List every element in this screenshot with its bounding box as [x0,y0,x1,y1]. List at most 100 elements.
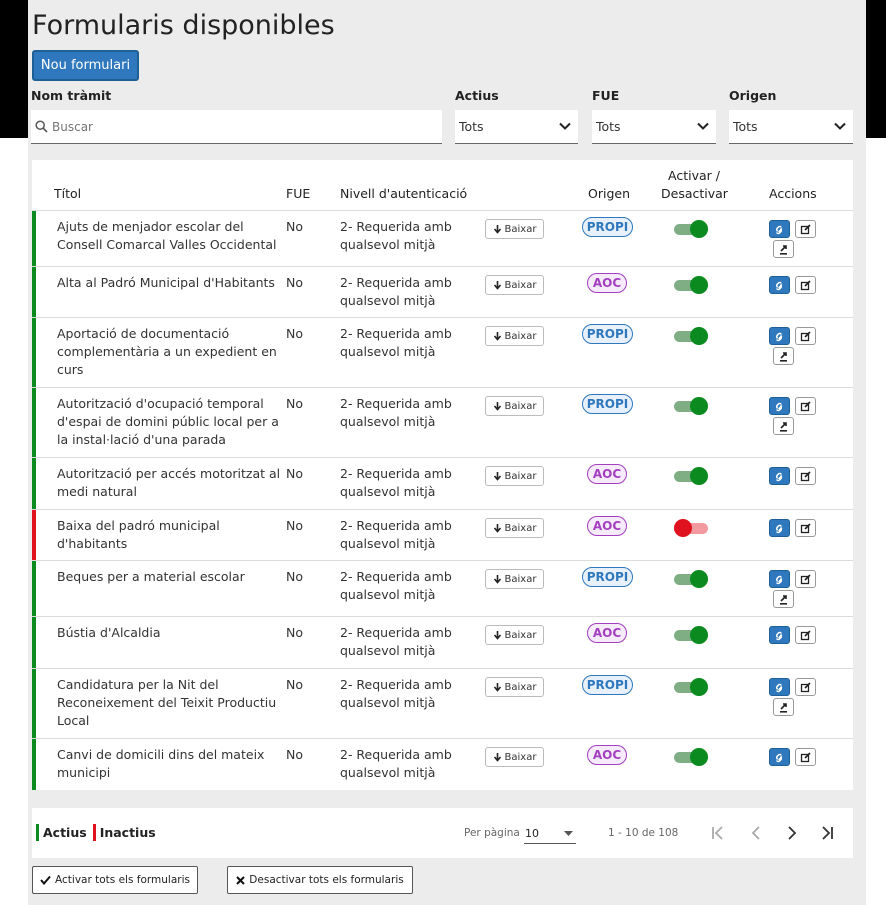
header-titol: Títol [54,186,82,201]
download-icon [493,575,501,584]
download-label: Baixar [504,573,537,585]
download-button[interactable]: Baixar [485,569,544,589]
new-form-button[interactable]: Nou formulari [32,50,139,81]
active-toggle[interactable] [674,327,708,345]
legend-inactive-label: Inactius [99,825,156,840]
search-input[interactable] [52,119,412,134]
first-page-icon[interactable] [708,823,728,843]
per-page-select[interactable]: 10 [524,826,576,844]
download-button[interactable]: Baixar [485,518,544,538]
link-icon [775,332,783,341]
export-icon [780,594,787,605]
search-icon [35,120,48,133]
last-page-icon[interactable] [817,823,837,843]
edit-action-button[interactable] [795,276,816,294]
toggle-knob [690,678,708,696]
edit-action-button[interactable] [795,397,816,415]
active-toggle[interactable] [674,748,708,766]
row-status-indicator [32,510,36,560]
active-toggle[interactable] [674,467,708,485]
download-icon [493,402,501,411]
previous-page-icon[interactable] [746,823,766,843]
name-filter-label: Nom tràmit [31,88,112,103]
link-action-button[interactable] [769,276,790,294]
active-toggle[interactable] [674,626,708,644]
edit-icon [800,330,811,341]
form-fue: No [286,396,303,411]
origin-badge: AOC [587,464,627,484]
toggle-knob [690,570,708,588]
form-fue: No [286,677,303,692]
active-toggle[interactable] [674,570,708,588]
export-action-button[interactable] [773,240,794,258]
link-icon [775,753,783,762]
download-label: Baixar [504,470,537,482]
link-icon [775,402,783,411]
link-action-button[interactable] [769,327,790,345]
export-action-button[interactable] [773,417,794,435]
form-auth-level: 2- Requerida amb qualsevol mitjà [340,747,452,780]
table-row: Candidatura per la Nit del Reconeixement … [32,668,853,738]
edit-action-button[interactable] [795,220,816,238]
edit-action-button[interactable] [795,519,816,537]
edit-action-button[interactable] [795,467,816,485]
download-button[interactable]: Baixar [485,466,544,486]
chevron-down-icon [559,122,571,130]
link-action-button[interactable] [769,519,790,537]
download-button[interactable]: Baixar [485,219,544,239]
edit-action-button[interactable] [795,327,816,345]
download-button[interactable]: Baixar [485,677,544,697]
activate-all-button[interactable]: Activar tots els formularis [32,866,198,894]
edit-icon [800,223,811,234]
edit-action-button[interactable] [795,570,816,588]
link-action-button[interactable] [769,626,790,644]
origen-select[interactable]: Tots [729,110,853,144]
actius-select[interactable]: Tots [455,110,578,144]
download-button[interactable]: Baixar [485,326,544,346]
active-toggle[interactable] [674,276,708,294]
download-button[interactable]: Baixar [485,396,544,416]
active-toggle[interactable] [674,220,708,238]
table-row: Canvi de domicili dins del mateix municip… [32,738,853,790]
form-auth-level: 2- Requerida amb qualsevol mitjà [340,677,452,710]
form-fue: No [286,466,303,481]
edit-action-button[interactable] [795,748,816,766]
link-action-button[interactable] [769,678,790,696]
edit-action-button[interactable] [795,678,816,696]
per-page-label: Per pàgina [464,827,520,839]
link-action-button[interactable] [769,748,790,766]
deactivate-all-button[interactable]: Desactivar tots els formularis [227,866,413,894]
export-action-button[interactable] [773,590,794,608]
link-icon [775,472,783,481]
link-action-button[interactable] [769,467,790,485]
origin-badge: PROPI [582,675,633,695]
link-action-button[interactable] [769,397,790,415]
export-icon [780,244,787,255]
link-action-button[interactable] [769,220,790,238]
download-button[interactable]: Baixar [485,275,544,295]
origin-badge: AOC [587,273,627,293]
origen-select-value: Tots [733,119,758,134]
edit-action-button[interactable] [795,626,816,644]
form-title: Autorització d'ocupació temporal d'espai … [57,396,279,447]
export-action-button[interactable] [773,698,794,716]
active-toggle[interactable] [674,397,708,415]
fue-select[interactable]: Tots [592,110,716,144]
edit-icon [800,522,811,533]
header-activar: Activar / [668,168,720,183]
download-button[interactable]: Baixar [485,747,544,767]
origin-badge: AOC [587,623,627,643]
export-icon [780,351,787,362]
chevron-down-icon [834,122,846,130]
actius-filter-label: Actius [455,88,499,103]
active-toggle[interactable] [674,678,708,696]
fue-filter-label: FUE [592,88,620,103]
active-toggle[interactable] [674,519,708,537]
form-fue: No [286,219,303,234]
link-action-button[interactable] [769,570,790,588]
table-row: Autorització d'ocupació temporal d'espai … [32,387,853,457]
download-button[interactable]: Baixar [485,625,544,645]
export-action-button[interactable] [773,347,794,365]
next-page-icon[interactable] [782,823,802,843]
search-field[interactable] [31,110,442,144]
